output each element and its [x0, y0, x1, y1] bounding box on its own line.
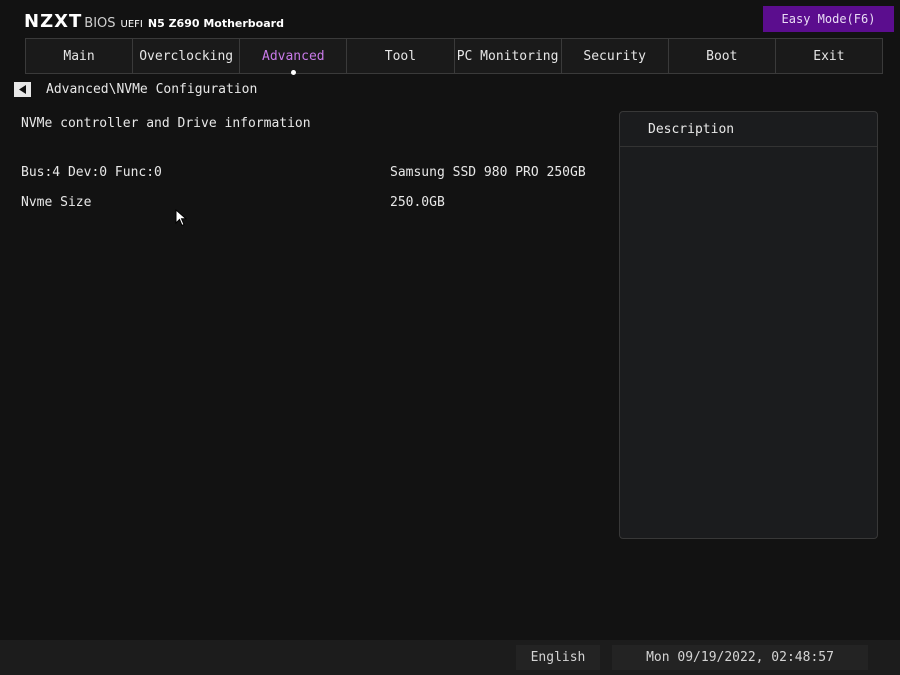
- tab-tool[interactable]: Tool: [346, 39, 453, 73]
- footer-bar: English Mon 09/19/2022, 02:48:57: [0, 640, 900, 675]
- tab-main[interactable]: Main: [26, 39, 132, 73]
- row-label: Nvme Size: [21, 195, 92, 210]
- tab-security[interactable]: Security: [560, 39, 668, 73]
- row-value: Samsung SSD 980 PRO 250GB: [390, 165, 586, 180]
- tab-advanced[interactable]: Advanced: [239, 39, 346, 75]
- row-label: Bus:4 Dev:0 Func:0: [21, 165, 162, 180]
- tab-label: Exit: [813, 48, 845, 64]
- tab-label: PC Monitoring: [456, 48, 559, 64]
- brand-text: NZXT: [24, 11, 83, 32]
- date-time-display: Mon 09/19/2022, 02:48:57: [612, 645, 868, 670]
- nvme-size-row[interactable]: Nvme Size 250.0GB: [21, 195, 601, 215]
- language-selector[interactable]: English: [516, 645, 600, 670]
- tab-label: Boot: [706, 48, 738, 64]
- section-title: NVMe controller and Drive information: [21, 116, 311, 131]
- tab-pc-monitoring[interactable]: PC Monitoring: [453, 39, 561, 73]
- nzxt-logo: NZXT BIOS UEFI N5 Z690 Motherboard: [24, 11, 284, 32]
- uefi-text: UEFI: [120, 19, 143, 30]
- tab-exit[interactable]: Exit: [774, 39, 882, 73]
- tab-label: Overclocking: [139, 48, 234, 64]
- description-title: Description: [620, 112, 877, 147]
- tab-boot[interactable]: Boot: [667, 39, 775, 73]
- tab-label: Security: [583, 48, 646, 64]
- nvme-bus-row[interactable]: Bus:4 Dev:0 Func:0 Samsung SSD 980 PRO 2…: [21, 165, 601, 185]
- easy-mode-button[interactable]: Easy Mode(F6): [763, 6, 894, 32]
- main-tab-bar: Main Overclocking Advanced Tool PC Monit…: [25, 38, 883, 75]
- back-button[interactable]: [14, 81, 31, 97]
- triangle-left-icon: [18, 84, 26, 94]
- header-bar: NZXT BIOS UEFI N5 Z690 Motherboard Easy …: [0, 0, 900, 38]
- tab-label: Tool: [384, 48, 417, 64]
- mouse-cursor-icon: [175, 209, 187, 227]
- breadcrumb-path: Advanced\NVMe Configuration: [46, 81, 258, 97]
- motherboard-model: N5 Z690 Motherboard: [147, 17, 284, 30]
- breadcrumb: Advanced\NVMe Configuration: [14, 80, 257, 98]
- tab-label: Advanced: [262, 48, 325, 64]
- tab-overclocking[interactable]: Overclocking: [132, 39, 239, 73]
- active-tab-indicator: [291, 70, 297, 75]
- tab-label: Main: [63, 48, 95, 64]
- description-panel: Description: [619, 111, 878, 539]
- row-value: 250.0GB: [390, 195, 445, 210]
- bios-text: BIOS: [84, 16, 116, 31]
